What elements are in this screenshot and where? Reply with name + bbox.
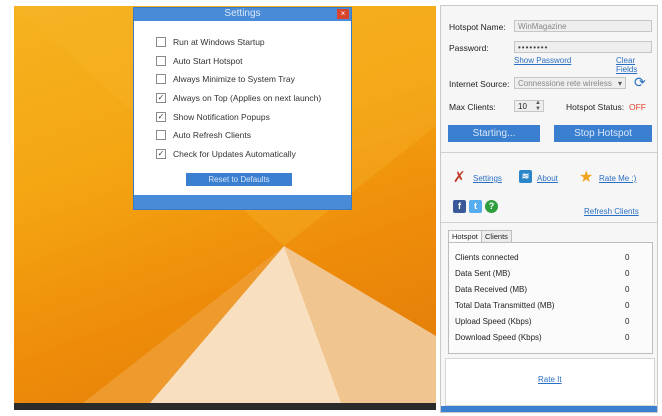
option-minimize-to-tray[interactable]: Always Minimize to System Tray bbox=[156, 70, 351, 89]
hotspot-status-label: Hotspot Status: bbox=[566, 102, 625, 112]
refresh-icon[interactable]: ⟳ bbox=[634, 74, 646, 90]
max-clients-stepper[interactable]: 10 ▲ ▼ bbox=[514, 100, 544, 112]
about-link[interactable]: About bbox=[537, 174, 558, 183]
settings-window: Settings × Run at Windows Startup Auto S… bbox=[133, 7, 352, 210]
help-icon[interactable]: ? bbox=[485, 200, 498, 213]
twitter-icon[interactable]: t bbox=[469, 200, 482, 213]
checkbox-checked[interactable]: ✓ bbox=[156, 148, 166, 159]
checkbox[interactable] bbox=[156, 74, 166, 85]
hotspot-status-value: OFF bbox=[629, 102, 646, 112]
about-wifi-icon[interactable]: ≋ bbox=[519, 170, 532, 183]
stat-value: 0 bbox=[625, 269, 630, 278]
tab-clients[interactable]: Clients bbox=[481, 230, 512, 242]
hotspot-name-label: Hotspot Name: bbox=[449, 22, 506, 32]
divider bbox=[441, 222, 657, 223]
settings-titlebar: Settings × bbox=[134, 8, 351, 21]
checkbox-checked[interactable]: ✓ bbox=[156, 111, 166, 122]
stat-value: 0 bbox=[625, 253, 630, 262]
password-input[interactable]: •••••••• bbox=[514, 41, 652, 53]
settings-options: Run at Windows Startup Auto Start Hotspo… bbox=[134, 21, 351, 163]
stat-label: Clients connected bbox=[455, 253, 519, 262]
close-icon[interactable]: × bbox=[337, 9, 349, 19]
stat-label: Upload Speed (Kbps) bbox=[455, 317, 532, 326]
clear-fields-link[interactable]: Clear Fields bbox=[616, 56, 657, 74]
refresh-clients-link[interactable]: Refresh Clients bbox=[584, 207, 639, 216]
stat-value: 0 bbox=[625, 301, 630, 310]
checkbox[interactable] bbox=[156, 55, 166, 66]
tab-hotspot[interactable]: Hotspot bbox=[448, 230, 482, 242]
stat-value: 0 bbox=[625, 317, 630, 326]
stat-label: Data Received (MB) bbox=[455, 285, 528, 294]
divider bbox=[441, 152, 657, 153]
reset-defaults-button[interactable]: Reset to Defaults bbox=[186, 173, 292, 186]
stat-value: 0 bbox=[625, 285, 630, 294]
rate-me-link[interactable]: Rate Me :) bbox=[599, 174, 636, 183]
settings-footer bbox=[134, 195, 351, 209]
taskbar bbox=[14, 403, 436, 410]
stop-hotspot-button[interactable]: Stop Hotspot bbox=[554, 125, 652, 142]
hotspot-panel: Hotspot Name: WinMagazine Password: ••••… bbox=[440, 5, 658, 413]
internet-source-value: Connessione rete wireless bbox=[518, 79, 612, 88]
checkbox[interactable] bbox=[156, 37, 166, 48]
panel-bottom-bar bbox=[441, 406, 657, 412]
show-password-link[interactable]: Show Password bbox=[514, 56, 571, 65]
rate-it-link[interactable]: Rate It bbox=[538, 375, 562, 384]
option-auto-refresh-clients[interactable]: Auto Refresh Clients bbox=[156, 126, 351, 145]
stat-label: Download Speed (Kbps) bbox=[455, 333, 542, 342]
starting-button[interactable]: Starting... bbox=[448, 125, 540, 142]
stat-value: 0 bbox=[625, 333, 630, 342]
settings-title: Settings bbox=[224, 8, 261, 19]
internet-source-dropdown[interactable]: Connessione rete wireless ▾ bbox=[514, 77, 626, 89]
option-auto-start-hotspot[interactable]: Auto Start Hotspot bbox=[156, 52, 351, 71]
password-label: Password: bbox=[449, 43, 489, 53]
internet-source-label: Internet Source: bbox=[449, 79, 510, 89]
star-icon[interactable]: ★ bbox=[579, 167, 593, 187]
hotspot-name-input[interactable]: WinMagazine bbox=[514, 20, 652, 32]
facebook-icon[interactable]: f bbox=[453, 200, 466, 213]
settings-tools-icon[interactable]: ✗ bbox=[453, 170, 466, 185]
stat-label: Total Data Transmitted (MB) bbox=[455, 301, 555, 310]
option-check-updates[interactable]: ✓ Check for Updates Automatically bbox=[156, 145, 351, 164]
stat-label: Data Sent (MB) bbox=[455, 269, 511, 278]
max-clients-value: 10 bbox=[518, 102, 527, 111]
option-run-at-startup[interactable]: Run at Windows Startup bbox=[156, 33, 351, 52]
option-always-on-top[interactable]: ✓ Always on Top (Applies on next launch) bbox=[156, 89, 351, 108]
settings-link[interactable]: Settings bbox=[473, 174, 502, 183]
checkbox[interactable] bbox=[156, 130, 166, 141]
stepper-arrows-icon[interactable]: ▲ ▼ bbox=[535, 100, 541, 112]
option-show-notifications[interactable]: ✓ Show Notification Popups bbox=[156, 107, 351, 126]
max-clients-label: Max Clients: bbox=[449, 102, 496, 112]
chevron-down-icon: ▾ bbox=[617, 79, 622, 88]
checkbox-checked[interactable]: ✓ bbox=[156, 93, 166, 104]
